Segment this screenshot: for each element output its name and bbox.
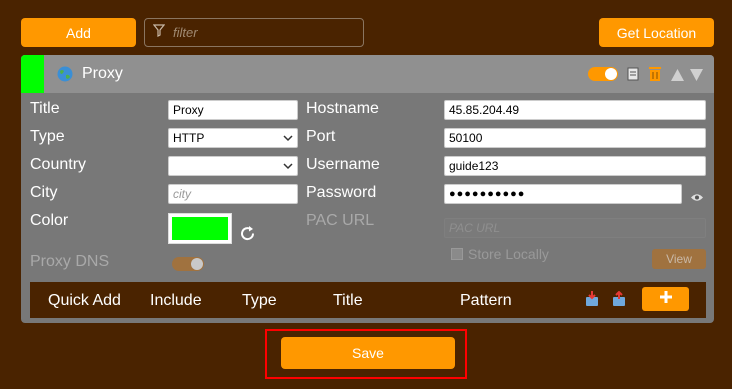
hostname-label: Hostname [306,100,379,117]
header-type: Type [242,292,277,309]
filter-icon [152,23,166,42]
filter-input[interactable]: filter [144,18,364,47]
title-input[interactable]: Proxy [168,100,298,120]
header-title: Title [333,292,363,309]
pac-url-label: PAC URL [306,212,375,229]
view-button[interactable]: View [652,249,706,269]
import-icon[interactable] [585,291,599,312]
header-include: Include [150,292,202,309]
password-label: Password [306,184,377,201]
pac-url-input[interactable]: PAC URL [444,218,706,238]
type-label: Type [30,128,65,145]
username-label: Username [306,156,380,173]
color-swatch [172,217,228,240]
city-input[interactable]: city [168,184,298,204]
export-icon[interactable] [612,290,626,312]
proxy-enabled-toggle[interactable] [588,67,618,81]
store-locally-label: Store Locally [468,246,549,262]
proxy-header[interactable]: Proxy [21,55,714,93]
country-label: Country [30,156,87,173]
chevron-down-icon [283,132,293,146]
add-button[interactable]: Add [21,18,136,47]
proxy-color-strip [21,55,44,93]
hostname-input[interactable]: 45.85.204.49 [444,100,706,120]
header-quick-add: Quick Add [48,292,121,309]
proxy-panel: Proxy Title Proxy Type HTTP Country City… [21,55,714,323]
pattern-table-header: Quick Add Include Type Title Pattern [30,282,706,318]
proxy-dns-label: Proxy DNS [30,253,110,270]
move-up-icon[interactable] [671,68,684,86]
city-label: City [30,184,58,201]
delete-icon[interactable] [648,66,662,87]
proxy-dns-toggle[interactable] [172,257,204,271]
color-picker[interactable] [168,213,232,244]
move-down-icon[interactable] [690,68,703,86]
port-input[interactable]: 50100 [444,128,706,148]
color-label: Color [30,212,69,229]
proxy-title: Proxy [82,65,123,82]
header-pattern: Pattern [460,292,512,309]
refresh-icon[interactable] [238,224,257,248]
globe-icon [57,66,73,82]
country-select[interactable] [168,156,298,176]
get-location-button[interactable]: Get Location [599,18,714,47]
username-input[interactable]: guide123 [444,156,706,176]
port-label: Port [306,128,336,145]
eye-icon[interactable] [691,189,703,207]
copy-icon[interactable] [627,66,639,86]
chevron-down-icon [283,160,293,174]
plus-icon [659,290,673,309]
type-select[interactable]: HTTP [168,128,298,148]
filter-placeholder: filter [173,25,198,40]
store-locally-checkbox[interactable] [451,248,463,260]
add-pattern-button[interactable] [642,287,689,311]
password-input[interactable]: ●●●●●●●●●● [444,184,682,204]
save-button[interactable]: Save [281,337,455,369]
type-selected-value: HTTP [173,131,205,145]
title-label: Title [30,100,60,117]
